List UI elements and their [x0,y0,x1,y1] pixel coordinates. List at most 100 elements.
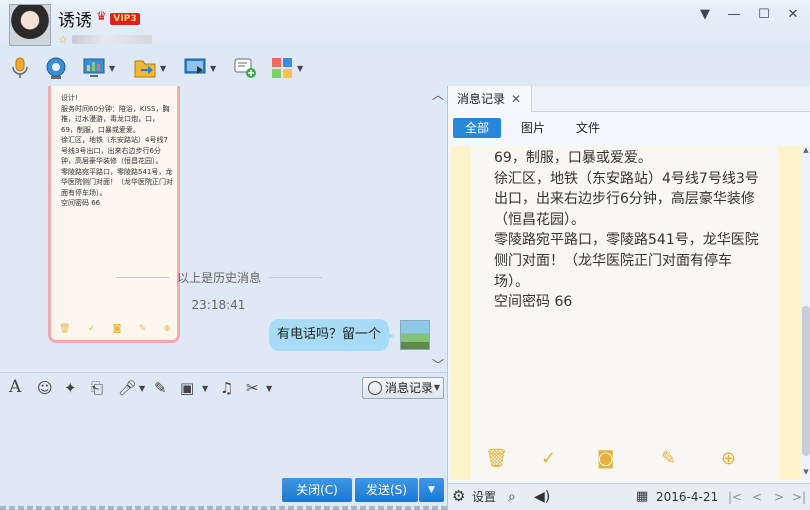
chat-toolbar: ▼ ▼ ▼ ▼ [0,50,810,86]
chat-message-area[interactable]: 设计! 服务时间60分钟：陪浴，KISS，胸推，过水漫游，毒龙口炮，口，69，制… [0,86,447,371]
history-divider: 以上是历史消息 [108,269,330,285]
history-date[interactable]: 2016-4-21 [656,488,718,506]
history-label: 以上是历史消息 [177,270,262,285]
screenshot-icon[interactable]: ⎗ [91,379,103,397]
history-tab-bar: 消息记录 ✕ [448,86,810,112]
apps-grid-icon [272,58,292,78]
history-scrollbar[interactable]: ▲ ▼ [801,146,810,480]
note-actions: 🗑 ✓ ◙ ✎ ⊕ [471,448,778,474]
chevron-down-icon: ▼ [433,383,440,392]
collapse-chevron-icon[interactable]: ︿ [432,86,444,103]
send-button[interactable]: 发送(S) [355,478,418,502]
camera-icon[interactable]: ◙ [597,448,614,469]
maximize-button[interactable]: ☐ [754,6,774,24]
speaker-icon[interactable]: ◀) [534,488,550,506]
chevron-down-icon[interactable]: ▼ [202,384,208,393]
message-history-panel: 消息记录 ✕ 全部 图片 文件 69，制服，口暴或爱爱。 徐汇区，地铁（东安路站… [447,86,810,510]
image-icon[interactable]: ▣ [180,379,194,397]
magic-wand-icon[interactable]: ✦ [64,379,77,397]
video-call-button[interactable] [44,54,68,82]
chevron-down-icon[interactable]: ▼ [297,64,303,73]
chevron-down-icon[interactable]: ▼ [139,384,145,393]
chevron-down-icon[interactable]: ▼ [266,384,272,393]
video-camera-icon [46,57,66,79]
search-icon[interactable]: ⌕ [508,488,516,506]
check-icon[interactable]: ✓ [88,324,96,334]
note-text: 69，制服，口暴或爱爱。 徐汇区，地铁（东安路站）4号线7号线3号出口，出来右边… [494,150,759,311]
add-chat-button[interactable] [233,54,257,82]
chevron-down-icon[interactable]: ▼ [109,64,115,73]
apps-button[interactable]: ▼ [270,54,303,82]
filter-images[interactable]: 图片 [511,118,555,138]
send-options-button[interactable]: ▼ [419,478,444,502]
chevron-down-icon[interactable]: ▼ [160,64,166,73]
gear-icon[interactable]: ⚙ [452,487,465,505]
trash-icon[interactable]: 🗑 [485,448,508,469]
scroll-down-icon[interactable]: ▼ [801,468,810,476]
contact-name[interactable]: 诱诱 [58,6,92,31]
voice-message-icon[interactable]: 🎤︎ [118,379,137,397]
star-icon: ☆ [58,33,68,46]
history-filters: 全部 图片 文件 [448,112,810,144]
message-timestamp: 23:18:41 [191,298,246,312]
clock-icon [368,381,382,395]
remote-desktop-button[interactable]: ▼ [183,54,216,82]
close-window-button[interactable]: ✕ [783,6,803,24]
note-card-icons: 🗑 ✓ ◙ ✎ ⊕ [59,324,171,334]
pen-icon[interactable]: ✎ [139,324,147,334]
history-footer: ⚙ 设置 ⌕ ◀) ▦ 2016-4-21 |< < > >| [448,483,810,510]
pen-icon[interactable]: ✎ [661,448,676,469]
scissors-icon[interactable]: ✂ [246,379,259,397]
tab-label: 消息记录 [457,92,506,106]
note-body: 69，制服，口暴或爱爱。 徐汇区，地铁（东安路站）4号线7号线3号出口，出来右边… [471,146,778,480]
prev-page-icon[interactable]: < [752,488,762,506]
note-card-text: 设计! 服务时间60分钟：陪浴，KISS，胸推，过水漫游，毒龙口炮，口，69，制… [61,94,173,207]
signature-blurred [72,35,152,44]
contact-avatar[interactable] [9,4,51,46]
vip-level-label: VIP3 [110,13,140,25]
expand-chevron-icon[interactable]: ﹀ [432,356,444,371]
dropdown-button[interactable]: ▼ [695,6,715,24]
emoji-icon[interactable]: ☺ [37,379,53,397]
chevron-down-icon[interactable]: ▼ [210,64,216,73]
file-transfer-icon [134,60,156,78]
font-icon[interactable]: A [9,377,21,397]
file-transfer-button[interactable]: ▼ [133,54,166,82]
tab-message-record[interactable]: 消息记录 ✕ [448,86,532,112]
zoom-in-icon[interactable]: ⊕ [163,324,171,334]
settings-label[interactable]: 设置 [472,488,496,506]
first-page-icon[interactable]: |< [728,488,742,506]
bottom-edge [0,506,447,510]
filter-files[interactable]: 文件 [566,118,610,138]
sent-message-bubble[interactable]: 有电话吗？留一个 [269,319,389,351]
music-icon[interactable]: ♫ [220,379,233,397]
message-input[interactable] [0,402,447,476]
message-record-label: 消息记录 [385,381,434,395]
add-chat-icon [234,58,256,78]
minimize-button[interactable]: — [724,6,744,24]
voice-call-button[interactable] [8,54,32,82]
microphone-icon [12,57,28,78]
crown-icon: ♛ [96,9,107,23]
next-page-icon[interactable]: > [774,488,784,506]
chat-header: 诱诱 ♛ VIP3 ☆ ▼ — ☐ ✕ [0,0,810,50]
check-circle-icon[interactable]: ✓ [541,448,556,469]
scroll-up-icon[interactable]: ▲ [801,146,810,154]
divider-line [116,276,169,278]
trash-icon[interactable]: 🗑 [59,324,70,334]
message-record-button[interactable]: 消息记录 ▼ [362,377,444,399]
vip-badge[interactable]: ♛ VIP3 [96,9,142,26]
last-page-icon[interactable]: >| [792,488,806,506]
filter-all[interactable]: 全部 [453,118,501,138]
close-tab-icon[interactable]: ✕ [511,86,521,112]
divider-line [269,276,323,278]
calendar-icon[interactable]: ▦ [636,488,648,506]
camera-icon[interactable]: ◙ [113,324,122,334]
history-note-card[interactable]: 69，制服，口暴或爱爱。 徐汇区，地铁（东安路站）4号线7号线3号出口，出来右边… [451,146,801,480]
edit-icon[interactable]: ✎ [154,379,167,397]
self-avatar[interactable] [400,320,430,350]
zoom-in-icon[interactable]: ⊕ [721,448,736,469]
scroll-thumb[interactable] [802,306,810,456]
screen-share-button[interactable]: ▼ [82,54,115,82]
close-button[interactable]: 关闭(C) [282,478,352,502]
